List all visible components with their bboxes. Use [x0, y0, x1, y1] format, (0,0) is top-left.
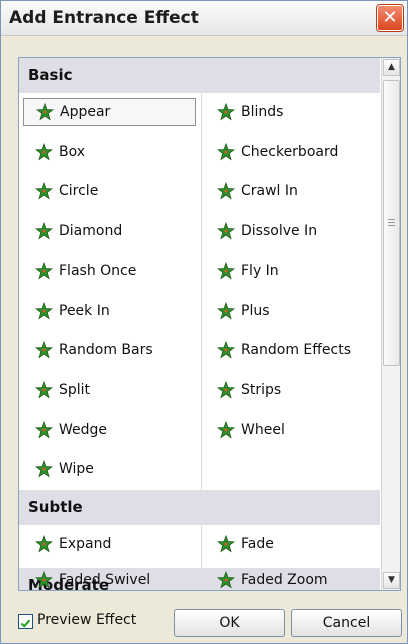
blinds-star-icon [216, 102, 236, 121]
effect-label: Split [59, 381, 91, 398]
cancel-button[interactable]: Cancel [291, 609, 402, 637]
effect-label: Dissolve In [241, 223, 318, 240]
effect-label: Faded Swivel [59, 572, 151, 588]
effect-label: Diamond [59, 223, 123, 240]
thumb-grip-line [388, 222, 395, 223]
column-divider [201, 525, 202, 568]
effect-label: Flash Once [59, 262, 137, 279]
thumb-grip-line [388, 219, 395, 220]
wipe-star-icon [34, 460, 54, 478]
basic-effect-item[interactable]: Fly In [205, 257, 378, 285]
effect-label: Peek In [59, 302, 110, 319]
faded-zoom-star-icon [216, 570, 236, 589]
flash-once-star-icon [34, 261, 54, 280]
effect-label: Fade [241, 536, 274, 552]
dialog-title: Add Entrance Effect [9, 8, 199, 28]
effect-label: Blinds [241, 104, 284, 120]
column-divider [201, 93, 202, 490]
effect-label: Box [59, 143, 86, 160]
effect-label: Wipe [59, 461, 94, 478]
random-effects-star-icon [216, 341, 236, 359]
effect-label: Expand [59, 536, 112, 552]
basic-effect-item[interactable]: Plus [205, 297, 378, 325]
ok-button[interactable]: OK [174, 609, 285, 637]
peek-in-star-icon [34, 301, 54, 320]
scroll-down-button[interactable]: ▼ [383, 572, 400, 589]
basic-effect-item[interactable]: Dissolve In [205, 217, 378, 245]
random-bars-star-icon [34, 341, 54, 359]
diamond-star-icon [34, 221, 54, 240]
section-header-basic: Basic [19, 58, 380, 93]
effect-label: Checkerboard [241, 143, 339, 160]
basic-effect-item[interactable]: Appear [23, 98, 196, 126]
split-star-icon [34, 380, 54, 399]
crawl-in-star-icon [216, 182, 236, 200]
plus-star-icon [216, 301, 236, 320]
scroll-up-button[interactable]: ▲ [383, 59, 400, 76]
effect-label: Plus [241, 302, 270, 319]
effect-label: Faded Zoom [241, 572, 328, 588]
effect-label: Crawl In [241, 183, 298, 200]
basic-effect-item[interactable]: Random Effects [205, 336, 378, 364]
basic-effect-item[interactable]: Wheel [205, 416, 378, 444]
add-entrance-effect-dialog: Add Entrance Effect ✕ Basic Subtle Moder… [0, 0, 408, 644]
scroll-down-arrow-icon: ▼ [388, 575, 395, 585]
vertical-scrollbar[interactable]: ▲ ▼ [381, 58, 400, 590]
subtle-effect-item[interactable]: Expand [23, 530, 196, 558]
checkmark-icon [20, 619, 31, 628]
effect-label: Fly In [241, 262, 279, 279]
scroll-up-arrow-icon: ▲ [388, 62, 395, 72]
effect-label: Appear [60, 104, 111, 120]
basic-effect-item[interactable]: Box [23, 138, 196, 166]
wedge-star-icon [34, 420, 54, 439]
basic-effect-item[interactable]: Blinds [205, 98, 378, 126]
basic-effect-item[interactable]: Circle [23, 177, 196, 205]
box-star-icon [34, 142, 54, 161]
appear-star-icon [35, 102, 55, 121]
expand-star-icon [34, 534, 54, 553]
effect-label: Circle [59, 183, 99, 200]
effect-label: Random Bars [59, 342, 153, 359]
preview-effect-checkbox[interactable] [18, 614, 33, 629]
checkerboard-star-icon [216, 142, 236, 161]
basic-effect-item[interactable]: Checkerboard [205, 138, 378, 166]
faded-swivel-star-icon [34, 570, 54, 589]
dissolve-in-star-icon [216, 221, 236, 240]
effect-label: Wedge [59, 421, 108, 438]
close-icon: ✕ [382, 7, 398, 28]
dialog-footer: Preview Effect OK Cancel [1, 601, 407, 643]
scroll-thumb[interactable] [383, 80, 400, 366]
basic-effect-item[interactable]: Wipe [23, 455, 196, 483]
close-button[interactable]: ✕ [376, 4, 404, 32]
wheel-star-icon [216, 420, 236, 439]
basic-effect-item[interactable]: Strips [205, 376, 378, 404]
fly-in-star-icon [216, 261, 236, 280]
basic-effect-item[interactable]: Flash Once [23, 257, 196, 285]
basic-effect-item[interactable]: Crawl In [205, 177, 378, 205]
section-header-subtle: Subtle [19, 490, 380, 525]
subtle-effect-item[interactable]: Faded Swivel [23, 566, 196, 590]
effects-list-content: Basic Subtle Moderate Appear Blinds Box Che… [19, 58, 380, 590]
preview-effect-label[interactable]: Preview Effect [37, 612, 136, 628]
basic-effect-item[interactable]: Diamond [23, 217, 196, 245]
basic-effect-item[interactable]: Random Bars [23, 336, 196, 364]
subtle-effect-item[interactable]: Fade [205, 530, 378, 558]
fade-star-icon [216, 534, 236, 553]
effect-label: Random Effects [241, 342, 351, 359]
basic-effect-item[interactable]: Peek In [23, 297, 196, 325]
title-bar: Add Entrance Effect ✕ [1, 1, 407, 36]
thumb-grip-line [388, 225, 395, 226]
effect-label: Wheel [241, 421, 285, 438]
effect-label: Strips [241, 381, 282, 398]
strips-star-icon [216, 380, 236, 399]
circle-star-icon [34, 182, 54, 200]
effects-list[interactable]: Basic Subtle Moderate Appear Blinds Box Che… [18, 57, 401, 591]
basic-effect-item[interactable]: Split [23, 376, 196, 404]
subtle-effect-item[interactable]: Faded Zoom [205, 566, 378, 590]
basic-effect-item[interactable]: Wedge [23, 416, 196, 444]
